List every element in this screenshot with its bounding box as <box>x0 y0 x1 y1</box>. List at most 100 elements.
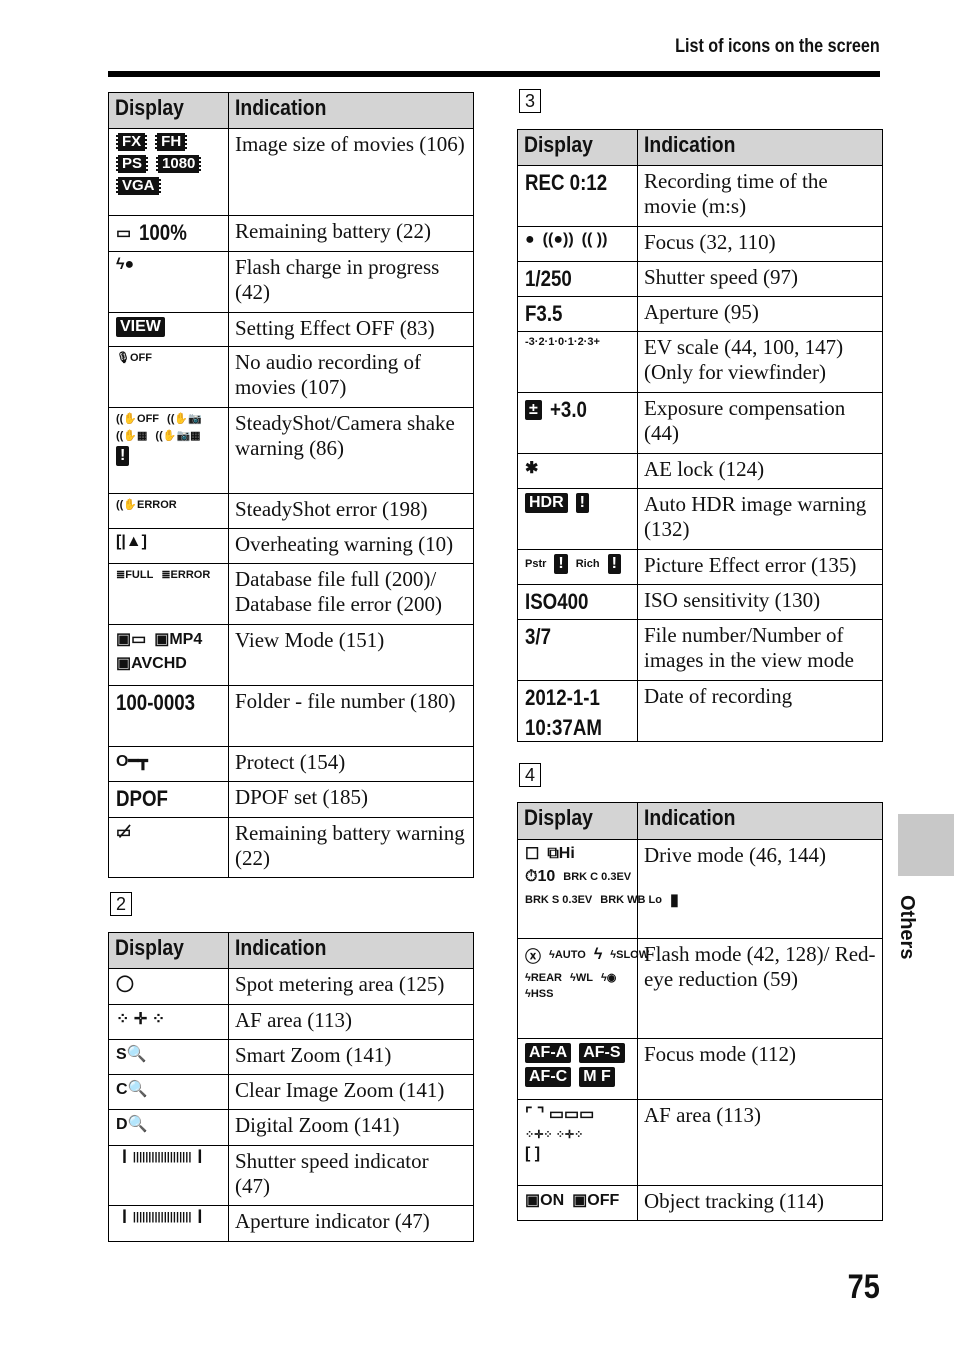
indication-text: Exposure compensation (44) <box>644 396 846 445</box>
table-row: ◯ Spot metering area (125) <box>109 968 473 1005</box>
display-icon: ▣ON <box>525 1192 565 1209</box>
display-cell: S🔍 <box>109 1040 228 1075</box>
table-row: 3/7 File number/Number of images in the v… <box>518 619 882 681</box>
indication-text: Overheating warning (10) <box>235 532 454 556</box>
display-icon: AF-C <box>525 1067 572 1087</box>
display-cell: ● ((●)) (( )) <box>518 227 637 262</box>
display-icon: ⁘✛⁘ ⁘✛⁘ <box>525 1129 584 1141</box>
display-cell: HDR! <box>518 489 637 550</box>
indication-text: ISO sensitivity (130) <box>644 588 821 612</box>
indication-text: DPOF set (185) <box>235 785 369 809</box>
display-icon: ⏱10 <box>525 868 556 885</box>
indication-text: AF area (113) <box>644 1103 762 1127</box>
display-icon: 100-0003 <box>116 690 196 715</box>
display-icon: 10:37AM <box>525 715 602 740</box>
display-icon: ☐ <box>525 846 540 863</box>
table-row: ▕▏|||||||||||||||||||▕▏ Shutter speed ind… <box>109 1145 473 1206</box>
indication-text: Flash charge in progress (42) <box>235 255 440 304</box>
indication-text: Focus (32, 110) <box>644 230 776 254</box>
display-icon: ((✋ERROR <box>116 499 177 511</box>
indication-text: SteadyShot error (198) <box>235 497 428 521</box>
icon-table: Display Indication ☐ ⧉Hi ⏱10 BRK C 0.3EV BRK S… <box>517 802 883 1221</box>
display-cell: ▭ 100% <box>109 216 228 252</box>
indication-text: Folder - file number (180) <box>235 689 456 713</box>
display-icon: ⓧ <box>525 949 542 966</box>
table-row: ((✋OFF ((✋📷 ((✋▦ ((✋📷▦! SteadyShot/Camera sh… <box>109 407 473 494</box>
display-cell: [|▲] <box>109 529 228 564</box>
display-cell: ϟ● <box>109 252 228 313</box>
display-icon: ✱ <box>525 460 539 477</box>
display-icon: ⁘ ✛ ⁘ <box>116 1011 166 1028</box>
display-icon: ϟ <box>593 946 603 963</box>
table-row: ● ((●)) (( )) Focus (32, 110) <box>518 226 882 262</box>
display-icon: DPOF <box>116 786 168 811</box>
table-row: ▣▭ ▣MP4 ▣AVCHD View Mode (151) <box>109 624 473 686</box>
display-icon: ◯ <box>116 975 134 992</box>
indication-text: SteadyShot/Camera shake warning (86) <box>235 411 455 460</box>
table-row: O━┳ Protect (154) <box>109 746 473 782</box>
indication-text: AE lock (124) <box>644 457 765 481</box>
display-cell: ▭̸ <box>109 818 228 878</box>
table-row: ISO400 ISO sensitivity (130) <box>518 584 882 620</box>
display-cell: AF-A AF-S AF-C M F <box>518 1039 637 1100</box>
indication-text: Object tracking (114) <box>644 1189 824 1213</box>
display-icon: (( )) <box>581 231 608 248</box>
indication-text: Flash mode (42, 128)/ Red-eye reduction … <box>644 942 876 991</box>
display-icon: ! <box>116 446 130 466</box>
display-icon: ▣OFF <box>572 1192 620 1209</box>
indication-text: Clear Image Zoom (141) <box>235 1078 445 1102</box>
table-row: D🔍 Digital Zoom (141) <box>109 1109 473 1146</box>
indication-text: Aperture indicator (47) <box>235 1209 430 1233</box>
display-icon: ϟAUTO <box>549 949 586 961</box>
indication-text: Spot metering area (125) <box>235 972 445 996</box>
table-header: Display Indication <box>518 803 882 839</box>
indication-text: Database file full (200)/ Database file … <box>235 567 442 616</box>
display-icon: 2012-1-1 <box>525 685 600 710</box>
display-icon: ● <box>525 231 535 248</box>
display-icon: 100% <box>139 220 187 245</box>
display-icon: D🔍 <box>116 1116 148 1133</box>
display-cell: ⓧ ϟAUTO ϟ ϟSLOW ϟREAR ϟWL ϟ◉ ϟHSS <box>518 939 649 1039</box>
indication-text: Image size of movies (106) <box>235 132 465 156</box>
display-icon: HDR <box>525 493 568 513</box>
table-row: 2012-1-1 10:37AM Date of recording <box>518 680 882 742</box>
display-icon: 3/7 <box>525 624 552 649</box>
table-row: AF-A AF-S AF-C M F Focus mode (112) <box>518 1038 882 1100</box>
display-cell: ◯ <box>109 969 228 1005</box>
icon-table: Display Indication FX FH PS 1080 VGA Image size… <box>108 92 474 878</box>
table-row: -3·2·1·0·1·2·3+ EV scale (44, 100, 147) (… <box>518 331 882 393</box>
display-cell: ☐ ⧉Hi ⏱10 BRK C 0.3EV BRK S 0.3EV BRK WB Lo ▮ <box>518 840 679 939</box>
indication-text: Picture Effect error (135) <box>644 553 857 577</box>
display-cell: ▕▏|||||||||||||||||||▕▏ <box>109 1206 228 1242</box>
table-row: 1/250 Shutter speed (97) <box>518 261 882 297</box>
display-icon: ≣FULL <box>116 569 154 581</box>
display-icon: ((✋📷▦ <box>155 430 201 442</box>
indication-text: Focus mode (112) <box>644 1042 797 1066</box>
indication-text: Date of recording <box>644 684 793 708</box>
display-cell: C🔍 <box>109 1075 228 1110</box>
display-icon: ▣AVCHD <box>116 655 187 672</box>
display-icon: PS <box>116 155 149 173</box>
display-cell: REC 0:12 <box>518 166 637 227</box>
display-cell: ISO400 <box>518 585 637 620</box>
table-row: ϟ● Flash charge in progress (42) <box>109 251 473 313</box>
display-cell: Pstr! Rich! <box>518 550 637 585</box>
display-cell: ▣ON ▣OFF <box>518 1186 637 1221</box>
display-cell: VIEW <box>109 313 228 347</box>
table-row: ± +3.0 Exposure compensation (44) <box>518 392 882 454</box>
display-icon: M F <box>579 1067 615 1087</box>
display-cell: ((✋ERROR <box>109 494 228 529</box>
display-icon: AF-S <box>579 1043 625 1063</box>
section-number: 3 <box>519 89 541 113</box>
display-icon: REC 0:12 <box>525 170 608 195</box>
table-row: ⓧ ϟAUTO ϟ ϟSLOW ϟREAR ϟWL ϟ◉ ϟHSS Flash mode (42… <box>518 938 882 1039</box>
column-header-indication: Indication <box>235 935 327 960</box>
display-icon: ⧉Hi <box>547 845 575 862</box>
display-icon: ▣▭ <box>116 631 147 648</box>
display-cell: -3·2·1·0·1·2·3+ <box>518 332 637 393</box>
table-row: ▭ 100% Remaining battery (22) <box>109 215 473 252</box>
icon-table: Display Indication REC 0:12 Recording time … <box>517 129 883 742</box>
display-cell: FX FH PS 1080 VGA <box>109 129 228 216</box>
display-icon: ▭̸ <box>116 824 132 841</box>
indication-text: Aperture (95) <box>644 300 759 324</box>
